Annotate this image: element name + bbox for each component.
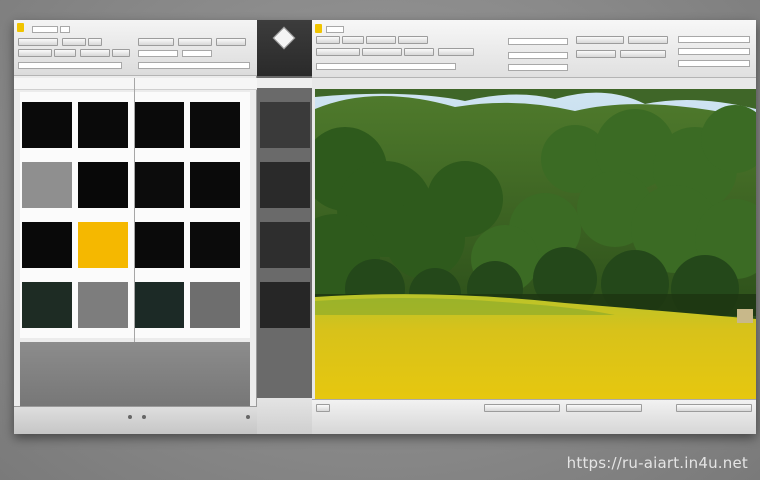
library-thumbnail[interactable]: [78, 162, 128, 208]
thumbnail-grid: [20, 92, 250, 338]
toolbar-field[interactable]: [508, 52, 568, 59]
toolbar-button[interactable]: [62, 38, 86, 46]
library-thumbnail[interactable]: [134, 222, 184, 268]
library-thumbnail[interactable]: [134, 282, 184, 328]
toolbar-field[interactable]: [508, 64, 568, 71]
app-logo-icon[interactable]: [17, 23, 24, 32]
library-thumbnail[interactable]: [134, 162, 184, 208]
status-icon[interactable]: [142, 415, 146, 419]
toolbar-field[interactable]: [678, 36, 750, 43]
toolbar-button[interactable]: [404, 48, 434, 56]
toolbar-button[interactable]: [178, 38, 212, 46]
toolbar-button[interactable]: [342, 36, 364, 44]
column-headers: [14, 78, 257, 90]
toolbar-button[interactable]: [54, 49, 76, 57]
library-thumbnail[interactable]: [78, 282, 128, 328]
library-thumbnail[interactable]: [190, 282, 240, 328]
library-thumbnail[interactable]: [134, 102, 184, 148]
library-thumbnail[interactable]: [22, 162, 72, 208]
library-thumbnail[interactable]: [78, 222, 128, 268]
landscape-photo: [315, 89, 756, 399]
library-thumbnail[interactable]: [22, 222, 72, 268]
watermark-text: https://ru-aiart.in4u.net: [566, 454, 748, 472]
library-thumbnail[interactable]: [78, 102, 128, 148]
toolbar-button[interactable]: [676, 404, 752, 412]
toolbar-button[interactable]: [80, 49, 110, 57]
toolbar-button[interactable]: [576, 36, 624, 44]
filmstrip-thumbnail[interactable]: [260, 102, 310, 148]
library-thumbnail[interactable]: [190, 162, 240, 208]
toolbar-button[interactable]: [18, 49, 52, 57]
toolbar-button[interactable]: [88, 38, 102, 46]
toolbar-field[interactable]: [678, 48, 750, 55]
toolbar-field[interactable]: [316, 63, 456, 70]
filmstrip-header: [257, 20, 312, 76]
filmstrip-thumbnail[interactable]: [260, 162, 310, 208]
filmstrip-label: [257, 78, 312, 88]
search-input[interactable]: [18, 62, 122, 69]
toolbar-button[interactable]: [484, 404, 560, 412]
app-window: [14, 20, 756, 434]
toolbar-button[interactable]: [216, 38, 246, 46]
library-thumbnail[interactable]: [22, 282, 72, 328]
filmstrip-thumbnail[interactable]: [260, 222, 310, 268]
toolbar-button[interactable]: [628, 36, 668, 44]
filmstrip-pane: [257, 20, 312, 434]
toolbar-button[interactable]: [438, 48, 474, 56]
toolbar-field[interactable]: [326, 26, 344, 33]
toolbar-button[interactable]: [316, 48, 360, 56]
preview-logo-icon[interactable]: [315, 24, 322, 33]
toolbar-field[interactable]: [32, 26, 58, 33]
toolbar-button[interactable]: [576, 50, 616, 58]
preview-image[interactable]: [315, 89, 756, 399]
library-footer: [20, 342, 250, 406]
toolbar-button[interactable]: [112, 49, 130, 57]
filmstrip-footer: [257, 398, 312, 434]
library-thumbnail[interactable]: [190, 222, 240, 268]
toolbar-button[interactable]: [316, 36, 340, 44]
toolbar-field[interactable]: [678, 60, 750, 67]
toolbar-button[interactable]: [366, 36, 396, 44]
toolbar-button[interactable]: [620, 50, 666, 58]
toolbar-field[interactable]: [182, 50, 212, 57]
toolbar-field[interactable]: [60, 26, 70, 33]
filter-input[interactable]: [138, 62, 250, 69]
library-thumbnail[interactable]: [22, 102, 72, 148]
toolbar-button[interactable]: [18, 38, 58, 46]
diamond-icon[interactable]: [272, 26, 296, 50]
status-icon[interactable]: [128, 415, 132, 419]
toolbar-field[interactable]: [508, 38, 568, 45]
toolbar-button[interactable]: [362, 48, 402, 56]
library-thumbnail[interactable]: [190, 102, 240, 148]
library-pane: [14, 20, 257, 434]
filmstrip-thumbnail[interactable]: [260, 282, 310, 328]
library-status-bar: [14, 406, 257, 434]
status-icon[interactable]: [246, 415, 250, 419]
preview-toolbar: [312, 20, 756, 78]
toolbar-button[interactable]: [316, 404, 330, 412]
toolbar-button[interactable]: [566, 404, 642, 412]
toolbar-button[interactable]: [138, 38, 174, 46]
toolbar-field[interactable]: [138, 50, 178, 57]
preview-bottom-bar: [312, 399, 756, 434]
library-toolbar: [14, 20, 257, 76]
preview-pane: [312, 20, 756, 434]
toolbar-button[interactable]: [398, 36, 428, 44]
